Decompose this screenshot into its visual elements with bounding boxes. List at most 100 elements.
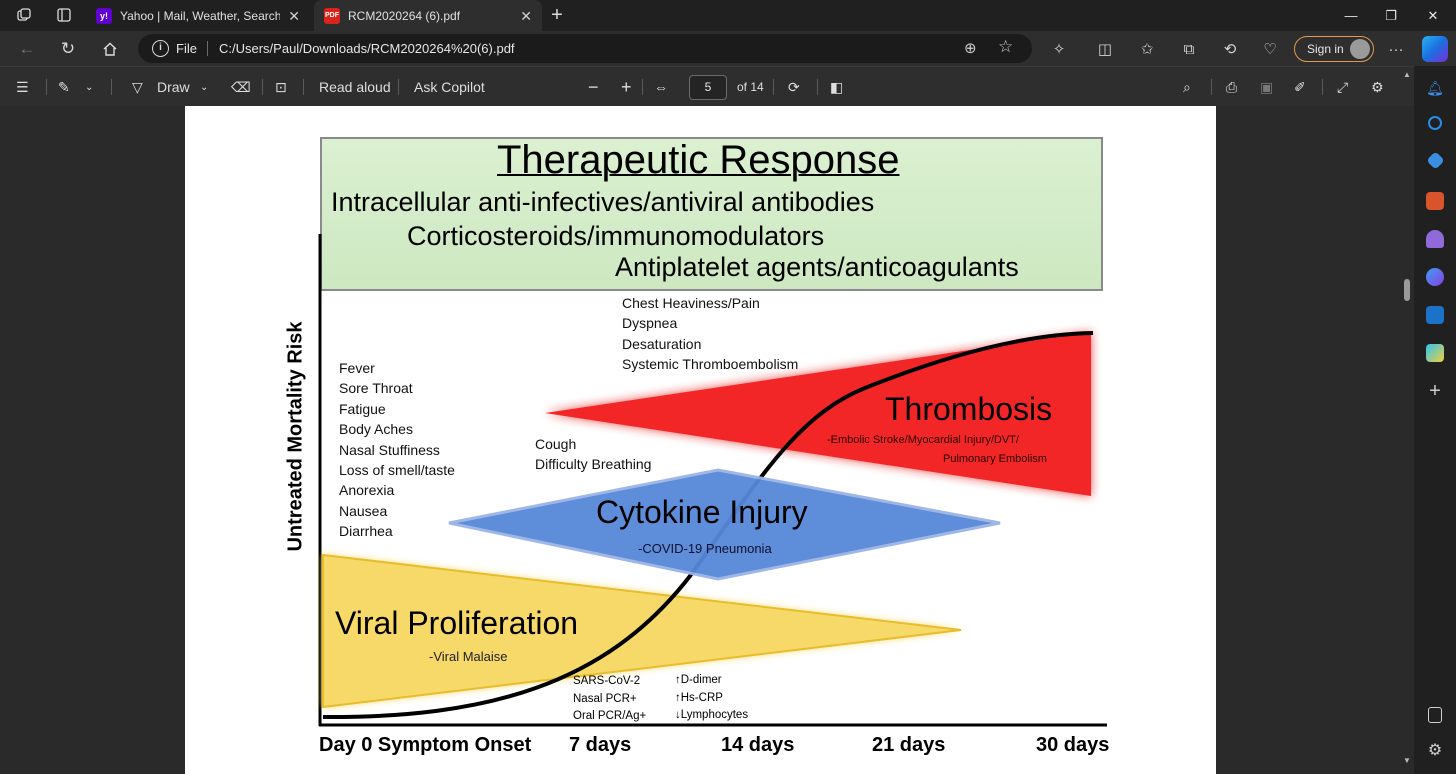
test-item: Oral PCR/Ag+ [573,710,647,722]
new-tab-button[interactable]: + [545,4,569,26]
info-icon[interactable]: i [152,40,169,57]
highlight-icon[interactable]: ✎ [58,77,70,97]
x-tick-label: 14 days [721,734,795,756]
x-tick-label: 21 days [872,734,946,756]
address-input[interactable]: i File C:/Users/Paul/Downloads/RCM202026… [138,34,1032,63]
page-view-icon[interactable]: ◧ [830,77,843,97]
contents-icon[interactable]: ☰ [16,77,29,97]
therapy-line-antiviral: Intracellular anti-infectives/antiviral … [331,187,875,217]
vertical-scrollbar[interactable]: ▲ ▼ [1400,70,1414,774]
therapeutic-response-title: Therapeutic Response [497,138,900,182]
zoom-icon[interactable]: ⊕ [964,39,977,57]
chevron-down-icon[interactable]: ⌄ [200,77,208,97]
draw-icon[interactable]: ▽ [132,77,143,97]
sign-in-button[interactable]: Sign in [1294,36,1374,62]
extensions-icon[interactable]: ✧ [1047,37,1071,61]
zoom-in-button[interactable]: + [621,77,632,97]
add-app-icon[interactable]: + [1426,381,1444,401]
symptom-item: Anorexia [339,482,395,499]
games-icon[interactable] [1426,230,1444,248]
collections-icon[interactable]: ⧉ [1177,37,1201,61]
save-as-icon[interactable]: ✐ [1294,77,1306,97]
read-aloud-button[interactable]: Read aloud [319,77,391,97]
tab-pdf[interactable]: PDF RCM2020264 (6).pdf ✕ [314,0,542,31]
lab-markers-list: ↑D-dimer ↑Hs-CRP ↓Lymphocytes [675,672,748,725]
save-icon[interactable]: ▣ [1260,77,1273,97]
therapy-line-anticoagulants: Antiplatelet agents/anticoagulants [615,252,1019,282]
close-icon[interactable]: ✕ [520,8,532,25]
history-icon[interactable]: ⟲ [1218,37,1242,61]
symptom-item: Sore Throat [339,380,413,397]
notification-icon[interactable]: 🔔︎ [1426,80,1444,98]
symptom-item: Chest Heaviness/Pain [622,295,760,311]
home-button[interactable] [97,36,123,62]
tab-yahoo[interactable]: y! Yahoo | Mail, Weather, Search, N ✕ [88,0,310,31]
viral-proliferation-title: Viral Proliferation [335,605,579,641]
edge-sidebar: 🔔︎ + ⚙ [1414,66,1456,774]
drop-icon[interactable] [1426,344,1444,362]
tools-icon[interactable] [1426,192,1444,210]
performance-icon[interactable]: ♡ [1258,37,1282,61]
workspaces-icon[interactable] [12,4,36,26]
settings-icon[interactable]: ⚙ [1371,77,1384,97]
split-screen-icon[interactable]: ◫ [1093,37,1117,61]
more-menu-icon[interactable]: ··· [1384,37,1408,61]
mid-symptoms-list: Cough Difficulty Breathing [535,435,651,476]
test-item: ↑D-dimer [675,674,722,686]
symptom-item: Systemic Thromboembolism [622,356,799,373]
late-symptoms-list: Chest Heaviness/Pain Dyspnea Desaturatio… [622,294,798,376]
refresh-button[interactable]: ↻ [55,36,81,62]
search-icon[interactable]: ⌕ [1183,77,1191,97]
symptom-item: Difficulty Breathing [535,456,652,473]
rotate-icon[interactable]: ⟳ [788,77,800,97]
page-number-input[interactable]: 5 [689,75,727,100]
scrollbar-thumb[interactable] [1404,279,1410,301]
favorites-icon[interactable]: ✩ [1135,37,1159,61]
x-tick-label: 30 days [1036,734,1110,756]
chevron-down-icon[interactable]: ⌄ [85,77,93,97]
favorite-star-icon[interactable]: ☆ [998,37,1013,57]
symptom-item: Fever [339,360,375,376]
divider [773,79,774,95]
text-box-icon[interactable]: ⊡ [275,77,287,97]
scheme-label: File [176,41,197,56]
x-tick-label: Day 0 Symptom Onset [319,734,532,756]
zoom-out-button[interactable]: − [588,77,599,97]
settings-icon[interactable]: ⚙ [1426,742,1444,760]
sign-in-label: Sign in [1307,42,1344,56]
tab-actions-icon[interactable] [52,4,76,26]
scroll-down-icon[interactable]: ▼ [1403,756,1411,765]
back-button[interactable]: ← [14,36,40,62]
copilot-icon[interactable] [1422,36,1448,62]
url-text[interactable]: C:/Users/Paul/Downloads/RCM2020264%20(6)… [219,41,515,56]
draw-button[interactable]: Draw [157,77,190,97]
scroll-up-icon[interactable]: ▲ [1403,70,1411,79]
hide-sidebar-icon[interactable] [1428,707,1442,723]
ask-copilot-button[interactable]: Ask Copilot [414,77,485,97]
viral-proliferation-subtitle: -Viral Malaise [429,649,508,664]
eraser-icon[interactable]: ⌫ [231,77,251,97]
close-window-button[interactable]: ✕ [1410,0,1456,31]
thrombosis-title: Thrombosis [885,391,1053,427]
search-icon[interactable] [1428,116,1442,130]
pdf-toolbar: ☰ ✎ ⌄ ▽ Draw ⌄ ⌫ ⊡ Read aloud Ask Copilo… [0,66,1414,106]
yahoo-favicon: y! [96,7,112,24]
fullscreen-icon[interactable]: ⤢ [1337,77,1348,97]
pdf-page: Therapeutic Response Intracellular anti-… [185,106,1216,774]
close-icon[interactable]: ✕ [288,8,300,25]
shopping-tag-icon[interactable] [1426,151,1445,170]
test-item: ↓Lymphocytes [675,709,749,721]
divider [303,79,304,95]
viral-tests-list: SARS-CoV-2 Nasal PCR+ Oral PCR/Ag+ [573,673,646,726]
symptom-item: Fatigue [339,400,386,417]
restore-button[interactable]: ❐ [1368,0,1414,31]
pdf-viewer[interactable]: Therapeutic Response Intracellular anti-… [0,106,1414,774]
symptom-item: Dyspnea [622,315,678,332]
divider [262,79,263,95]
print-icon[interactable]: ⎙ [1226,77,1237,97]
outlook-icon[interactable] [1426,306,1444,324]
copilot-app-icon[interactable] [1426,268,1444,286]
fit-to-width-icon[interactable]: ⇔ [654,77,668,97]
tab-title: Yahoo | Mail, Weather, Search, N [120,8,280,23]
symptom-item: Body Aches [339,421,413,438]
